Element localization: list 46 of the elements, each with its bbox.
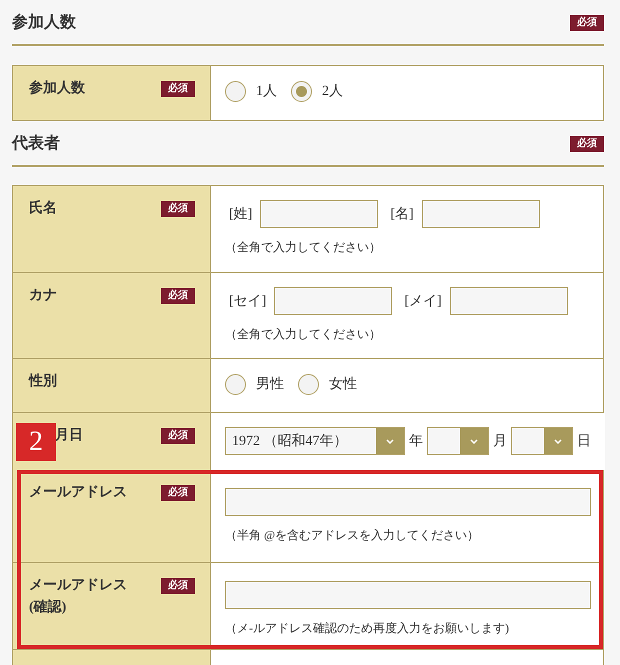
field-label: 性別 [29,372,57,391]
radio-option[interactable]: 男性 [225,374,284,395]
input-field[interactable] [450,287,568,315]
section-title: 参加人数 [12,13,76,33]
select-field[interactable] [427,427,489,455]
caret-icon [554,438,562,444]
input-field[interactable] [274,287,392,315]
caret-icon [386,438,394,444]
unit-label: 日 [577,432,591,450]
required-tag: 必須 [570,136,604,152]
required-tag: 必須 [161,288,195,304]
field-prefix: [セイ] [229,292,266,310]
field-label: メールアドレス [29,484,127,502]
required-tag: 必須 [161,485,195,501]
required-tag: 必須 [570,15,604,31]
input-field[interactable] [225,581,591,609]
radio-option[interactable]: 女性 [298,374,357,395]
field-label: 参加人数 [29,79,85,98]
required-tag: 必須 [161,578,195,594]
section-title: 代表者 [12,134,60,154]
field-label: 氏名 [29,199,57,218]
hint-text: （半角 @を含むアドレスを入力してください） [225,527,480,544]
caret-icon [470,438,478,444]
field-label: メールアドレス [29,577,127,595]
hint-text: （メ-ルアドレス確認のため再度入力をお願いします) [225,620,510,637]
field-prefix: [姓] [229,206,252,224]
hint-text: （全角で入力してください） [225,239,382,256]
required-tag: 必須 [161,428,195,444]
required-tag: 必須 [161,81,195,97]
unit-label: 月 [493,432,507,450]
input-field[interactable] [422,200,540,228]
select-field[interactable]: 1972 （昭和47年） [225,427,405,455]
radio-option[interactable]: 1人 [225,81,277,102]
field-label: カナ [29,287,57,305]
step-number: 2 [16,423,56,461]
input-field[interactable] [225,488,591,516]
field-prefix: [メイ] [404,292,442,310]
field-label: (確認) [29,598,68,617]
hint-text: （全角で入力してください） [225,326,382,343]
field-prefix: [名] [390,206,414,224]
input-field[interactable] [260,200,378,228]
field-label: 月日 [55,427,83,445]
required-tag: 必須 [161,201,195,217]
radio-option[interactable]: 2人 [291,81,343,102]
unit-label: 年 [409,432,423,450]
select-field[interactable] [511,427,573,455]
